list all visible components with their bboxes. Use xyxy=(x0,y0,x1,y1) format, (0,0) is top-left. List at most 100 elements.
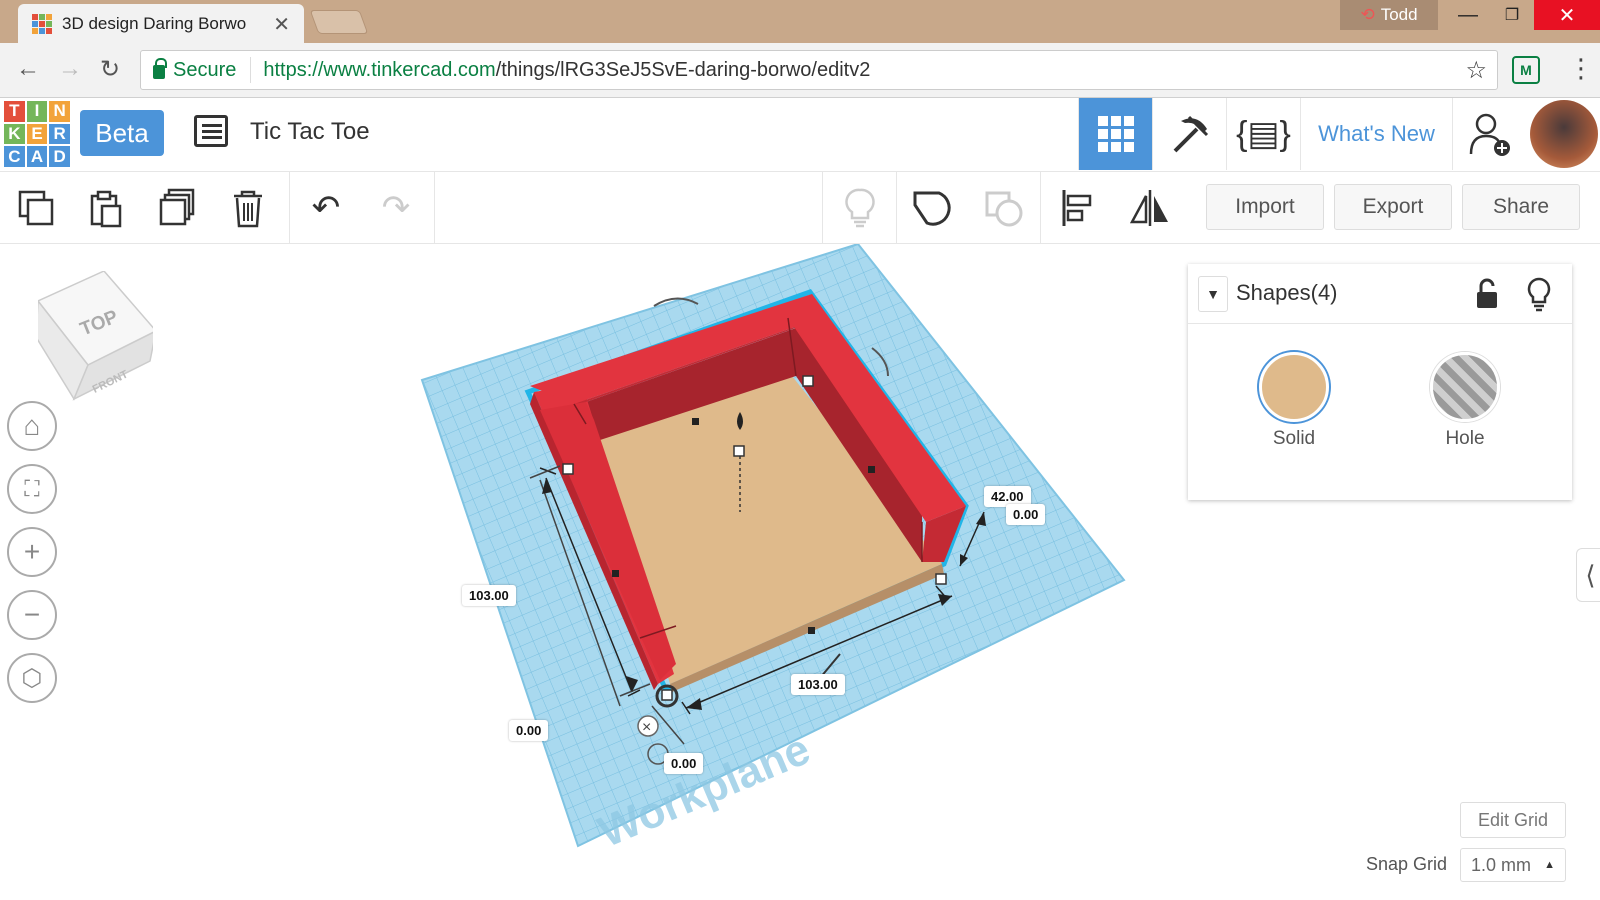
add-user-icon xyxy=(1469,113,1510,156)
forward-arrow-icon[interactable]: → xyxy=(58,55,82,83)
url-host: https://www.tinkercad.com xyxy=(263,58,496,81)
browser-toolbar: ← → ↻ Secure https://www.tinkercad.com/t… xyxy=(0,43,1600,98)
mirror-button[interactable] xyxy=(1128,186,1172,230)
tinkercad-logo[interactable]: T I N K E R C A D xyxy=(4,101,70,167)
hole-label: Hole xyxy=(1445,428,1485,449)
toolbar-divider xyxy=(822,172,823,244)
export-button[interactable]: Export xyxy=(1334,184,1452,230)
trash-icon xyxy=(234,190,262,228)
origin-x-icon: × xyxy=(642,719,651,736)
pickaxe-icon xyxy=(1173,115,1208,153)
logo-letter: C xyxy=(4,146,25,167)
hole-swatch[interactable] xyxy=(1430,352,1500,422)
design-title[interactable]: Tic Tac Toe xyxy=(250,118,370,146)
solid-label: Solid xyxy=(1272,428,1316,449)
codeblocks-icon: {▤} xyxy=(1236,115,1291,153)
app-header: T I N K E R C A D Beta Tic Tac Toe {▤} W… xyxy=(0,98,1600,172)
bookmark-star-icon[interactable]: ☆ xyxy=(1465,56,1487,85)
close-tab-icon[interactable]: ✕ xyxy=(273,12,290,37)
chevron-left-icon: ⟨ xyxy=(1585,559,1596,590)
duplicate-icon xyxy=(159,188,195,226)
copy-button[interactable] xyxy=(14,186,58,230)
align-icon xyxy=(1062,190,1092,226)
logo-letter: I xyxy=(26,101,48,122)
toolbar-divider xyxy=(896,172,897,244)
ungroup-button[interactable] xyxy=(982,186,1026,230)
beta-badge[interactable]: Beta xyxy=(80,110,164,156)
logo-letter: A xyxy=(26,146,48,167)
browser-tab-bar: 3D design Daring Borwo ✕ ⟲ Todd — ❐ ✕ xyxy=(0,0,1600,43)
toolbar-divider xyxy=(434,172,435,244)
tab-title: 3D design Daring Borwo xyxy=(62,13,247,33)
toggle-visibility-button[interactable] xyxy=(838,186,882,230)
logo-letter: E xyxy=(26,123,48,145)
dim-length-bottom[interactable]: 103.00 xyxy=(791,674,845,695)
window-close-button[interactable]: ✕ xyxy=(1534,0,1600,30)
redo-button[interactable]: ↷ xyxy=(374,186,418,230)
snap-grid-select[interactable]: 1.0 mm ▲ xyxy=(1460,848,1566,882)
3d-design-view-button[interactable] xyxy=(1078,98,1152,170)
profile-name: Todd xyxy=(1380,5,1418,24)
tinkercad-favicon-icon xyxy=(32,13,52,34)
undo-button[interactable]: ↶ xyxy=(304,186,348,230)
solid-color-swatch[interactable] xyxy=(1259,352,1329,422)
logo-letter: R xyxy=(49,123,70,145)
extension-icon[interactable]: M xyxy=(1512,56,1540,84)
reload-icon[interactable]: ↻ xyxy=(100,55,120,84)
workplane-scene[interactable]: Workplane × xyxy=(0,244,1160,900)
dim-origin-x[interactable]: 0.00 xyxy=(509,720,549,741)
logo-letter: T xyxy=(4,101,25,122)
ungroup-icon xyxy=(985,191,1023,227)
restore-button[interactable]: ❐ xyxy=(1490,0,1534,30)
dim-origin-y[interactable]: 0.00 xyxy=(664,753,704,774)
import-button[interactable]: Import xyxy=(1206,184,1324,230)
mirror-icon xyxy=(1129,190,1168,226)
back-arrow-icon[interactable]: ← xyxy=(16,55,40,83)
logo-letter: N xyxy=(49,101,70,122)
grid-view-icon xyxy=(1097,116,1134,152)
collapse-inspector-button[interactable]: ▼ xyxy=(1198,276,1228,312)
dim-height-offset[interactable]: 0.00 xyxy=(1006,504,1046,525)
logo-letter: K xyxy=(4,123,25,145)
lightbulb-icon[interactable] xyxy=(1524,276,1554,312)
align-button[interactable] xyxy=(1056,186,1100,230)
lock-icon xyxy=(153,58,167,79)
unlock-icon[interactable] xyxy=(1474,278,1500,310)
browser-menu-icon[interactable]: ⋮ xyxy=(1568,53,1594,84)
whats-new-label: What's New xyxy=(1318,121,1435,146)
dim-length-left[interactable]: 103.00 xyxy=(462,585,516,606)
new-tab-button[interactable] xyxy=(309,10,369,34)
secure-indicator[interactable]: Secure xyxy=(141,57,252,83)
codeblocks-view-button[interactable]: {▤} xyxy=(1226,98,1300,170)
browser-tab-active[interactable]: 3D design Daring Borwo ✕ xyxy=(18,4,304,43)
group-button[interactable] xyxy=(910,186,954,230)
secure-label: Secure xyxy=(173,58,237,81)
copy-icon xyxy=(18,190,54,226)
design-list-icon[interactable] xyxy=(194,115,228,147)
delete-button[interactable] xyxy=(226,186,270,230)
whats-new-button[interactable]: What's New xyxy=(1300,98,1452,170)
edit-grid-button[interactable]: Edit Grid xyxy=(1460,802,1566,838)
paste-icon xyxy=(90,190,122,228)
caret-up-icon: ▲ xyxy=(1544,859,1555,871)
share-button[interactable]: Share xyxy=(1462,184,1580,230)
inspector-header: ▼ Shapes(4) xyxy=(1188,264,1572,324)
add-user-button[interactable] xyxy=(1452,98,1526,170)
snap-grid-value: 1.0 mm xyxy=(1471,854,1532,875)
minimize-button[interactable]: — xyxy=(1446,0,1490,30)
lightbulb-icon xyxy=(845,188,875,228)
toolbar-divider xyxy=(1040,172,1041,244)
edit-toolbar: ↶ ↷ Import Export Share xyxy=(0,172,1600,244)
chevron-down-icon: ▼ xyxy=(1206,286,1220,302)
user-avatar[interactable] xyxy=(1530,100,1598,168)
duplicate-button[interactable] xyxy=(156,186,200,230)
paste-button[interactable] xyxy=(84,186,128,230)
undo-icon: ↶ xyxy=(311,189,341,227)
inspector-title: Shapes(4) xyxy=(1236,280,1338,305)
logo-letter: D xyxy=(49,146,70,167)
address-bar[interactable]: Secure https://www.tinkercad.com/things/… xyxy=(140,50,1498,90)
minecraft-view-button[interactable] xyxy=(1152,98,1226,170)
redo-icon: ↷ xyxy=(381,189,411,227)
profile-chip[interactable]: ⟲ Todd xyxy=(1340,0,1438,30)
collapse-shapes-panel-button[interactable]: ⟨ xyxy=(1576,548,1600,602)
